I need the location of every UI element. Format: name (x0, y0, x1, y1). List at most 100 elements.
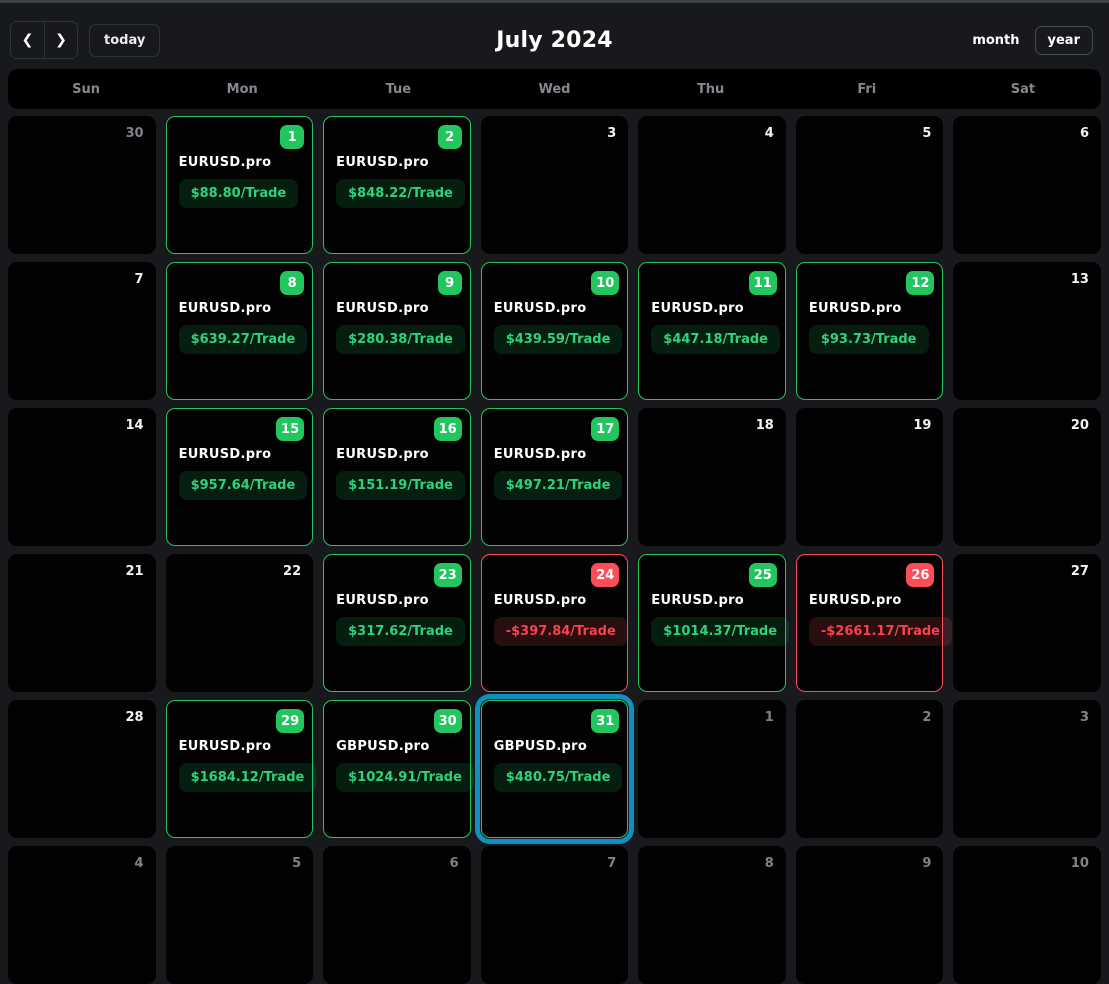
day-cell[interactable]: 3 (481, 116, 629, 254)
day-cell[interactable]: 15EURUSD.pro$957.64/Trade (166, 408, 314, 546)
prev-month-button[interactable]: ❮ (11, 22, 44, 58)
year-view-button[interactable]: year (1035, 26, 1093, 55)
next-month-button[interactable]: ❯ (44, 22, 77, 58)
day-number-badge: 1 (280, 125, 304, 149)
day-number: 27 (1071, 564, 1089, 579)
day-number-badge: 31 (591, 709, 619, 733)
day-cell[interactable]: 2EURUSD.pro$848.22/Trade (323, 116, 471, 254)
instrument-symbol: EURUSD.pro (809, 301, 902, 316)
day-number-badge: 30 (434, 709, 462, 733)
day-cell[interactable]: 5 (166, 846, 314, 984)
instrument-symbol: EURUSD.pro (336, 447, 429, 462)
day-cell[interactable]: 29EURUSD.pro$1684.12/Trade (166, 700, 314, 838)
today-button[interactable]: today (89, 24, 160, 57)
pnl-chip: $88.80/Trade (179, 179, 299, 208)
day-number: 5 (922, 126, 931, 141)
day-cell[interactable]: 23EURUSD.pro$317.62/Trade (323, 554, 471, 692)
day-cell[interactable]: 27 (953, 554, 1101, 692)
day-of-week-header: SunMonTueWedThuFriSat (8, 69, 1101, 109)
day-number: 9 (922, 856, 931, 871)
chevron-right-icon: ❯ (55, 32, 67, 48)
pnl-chip: $480.75/Trade (494, 763, 623, 792)
day-number-badge: 10 (591, 271, 619, 295)
calendar-grid: 301EURUSD.pro$88.80/Trade2EURUSD.pro$848… (8, 116, 1101, 984)
day-number-badge: 12 (906, 271, 934, 295)
day-cell[interactable]: 9 EURUSD.pro $280.38/Trade (323, 262, 471, 400)
day-cell[interactable]: 8EURUSD.pro$639.27/Trade (166, 262, 314, 400)
day-cell[interactable]: 30GBPUSD.pro$1024.91/Trade (323, 700, 471, 838)
day-cell[interactable]: 26EURUSD.pro-$2661.17/Trade (796, 554, 944, 692)
day-cell[interactable]: 1 EURUSD.pro $88.80/Trade (166, 116, 314, 254)
day-cell[interactable]: 4 (638, 116, 786, 254)
instrument-symbol: EURUSD.pro (651, 593, 744, 608)
day-cell[interactable]: 22 (166, 554, 314, 692)
day-number: 7 (607, 856, 616, 871)
day-cell[interactable]: 1 (638, 700, 786, 838)
day-cell[interactable]: 12EURUSD.pro$93.73/Trade (796, 262, 944, 400)
day-cell[interactable]: 4 (8, 846, 156, 984)
day-number: 7 (135, 272, 144, 287)
day-number: 14 (125, 418, 143, 433)
day-cell[interactable]: 10 (953, 846, 1101, 984)
day-cell[interactable]: 28 (8, 700, 156, 838)
day-number-badge: 15 (276, 417, 304, 441)
day-number: 21 (125, 564, 143, 579)
pnl-chip: $439.59/Trade (494, 325, 623, 354)
instrument-symbol: EURUSD.pro (336, 301, 429, 316)
month-view-button[interactable]: month (959, 26, 1032, 55)
day-cell[interactable]: 8 (638, 846, 786, 984)
day-cell[interactable]: 9 (796, 846, 944, 984)
day-cell[interactable]: 19 (796, 408, 944, 546)
day-number: 3 (1080, 710, 1089, 725)
dow-label: Thu (633, 82, 789, 97)
day-cell-selected[interactable]: 31GBPUSD.pro$480.75/Trade (481, 700, 629, 838)
instrument-symbol: EURUSD.pro (179, 301, 272, 316)
day-cell[interactable]: 2 (796, 700, 944, 838)
day-number: 10 (1071, 856, 1089, 871)
day-cell[interactable]: 24EURUSD.pro-$397.84/Trade (481, 554, 629, 692)
instrument-symbol: EURUSD.pro (336, 593, 429, 608)
day-cell[interactable]: 5 (796, 116, 944, 254)
day-number-badge: 25 (749, 563, 777, 587)
day-cell[interactable]: 14 (8, 408, 156, 546)
month-nav-group: ❮ ❯ (10, 21, 78, 59)
instrument-symbol: EURUSD.pro (179, 447, 272, 462)
dow-label: Wed (476, 82, 632, 97)
day-cell[interactable]: 13 (953, 262, 1101, 400)
dow-label: Mon (164, 82, 320, 97)
day-cell[interactable]: 20 (953, 408, 1101, 546)
day-number-badge: 2 (438, 125, 462, 149)
instrument-symbol: EURUSD.pro (179, 155, 272, 170)
day-cell[interactable]: 16EURUSD.pro$151.19/Trade (323, 408, 471, 546)
day-cell[interactable]: 10 EURUSD.pro $439.59/Trade (481, 262, 629, 400)
day-number: 8 (765, 856, 774, 871)
dow-label: Sun (8, 82, 164, 97)
day-number: 3 (607, 126, 616, 141)
instrument-symbol: EURUSD.pro (494, 301, 587, 316)
pnl-chip: -$397.84/Trade (494, 617, 628, 646)
day-number-badge: 9 (438, 271, 462, 295)
pnl-chip: $280.38/Trade (336, 325, 465, 354)
day-number: 4 (135, 856, 144, 871)
pnl-chip: $1684.12/Trade (179, 763, 317, 792)
day-cell[interactable]: 30 (8, 116, 156, 254)
day-number-badge: 8 (280, 271, 304, 295)
day-cell[interactable]: 21 (8, 554, 156, 692)
calendar-toolbar: ❮ ❯ today July 2024 month year (0, 3, 1109, 63)
day-cell[interactable]: 17EURUSD.pro$497.21/Trade (481, 408, 629, 546)
day-number: 19 (913, 418, 931, 433)
day-number-badge: 11 (749, 271, 777, 295)
day-cell[interactable]: 7 (8, 262, 156, 400)
view-toggle: month year (959, 26, 1093, 55)
instrument-symbol: EURUSD.pro (336, 155, 429, 170)
day-cell[interactable]: 7 (481, 846, 629, 984)
day-number: 6 (1080, 126, 1089, 141)
day-cell[interactable]: 3 (953, 700, 1101, 838)
day-cell[interactable]: 18 (638, 408, 786, 546)
day-cell[interactable]: 6 (953, 116, 1101, 254)
day-cell[interactable]: 25 EURUSD.pro $1014.37/Trade (638, 554, 786, 692)
day-cell[interactable]: 11EURUSD.pro$447.18/Trade (638, 262, 786, 400)
pnl-chip: $497.21/Trade (494, 471, 623, 500)
pnl-chip: $1014.37/Trade (651, 617, 789, 646)
day-cell[interactable]: 6 (323, 846, 471, 984)
